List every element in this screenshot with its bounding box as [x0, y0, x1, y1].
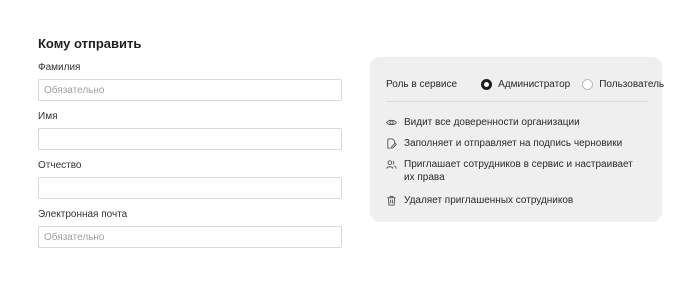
- permission-item: Приглашает сотрудников в сервис и настра…: [386, 158, 644, 184]
- permission-text: Приглашает сотрудников в сервис и настра…: [404, 159, 633, 183]
- email-label: Электронная почта: [38, 209, 128, 220]
- divider: [386, 101, 648, 102]
- role-option-admin-label: Администратор: [498, 78, 571, 90]
- permission-text: Видит все доверенности организации: [404, 117, 580, 128]
- middle-name-label: Отчество: [38, 160, 82, 171]
- last-name-input[interactable]: [38, 79, 342, 101]
- role-panel: Роль в сервисе Администратор Пользовател…: [370, 57, 664, 222]
- first-name-input[interactable]: [38, 128, 342, 150]
- permission-text: Удаляет приглашенных сотрудников: [404, 195, 574, 206]
- radio-checked-icon[interactable]: [481, 78, 493, 90]
- form-title: Кому отправить: [38, 36, 142, 51]
- role-label: Роль в сервисе: [386, 78, 458, 90]
- email-input[interactable]: [38, 226, 342, 248]
- permission-item: Заполняет и отправляет на подпись чернов…: [386, 137, 644, 150]
- role-option-user-label: Пользователь: [599, 78, 665, 90]
- first-name-label: Имя: [38, 111, 58, 122]
- role-option-admin[interactable]: Администратор: [481, 78, 571, 90]
- permission-text: Заполняет и отправляет на подпись чернов…: [404, 138, 623, 149]
- users-icon: [386, 160, 397, 169]
- role-selector: Роль в сервисе Администратор Пользовател…: [386, 77, 676, 91]
- eye-icon: [386, 119, 397, 126]
- trash-icon: [387, 195, 396, 206]
- radio-unchecked-icon[interactable]: [582, 78, 594, 90]
- permission-item: Удаляет приглашенных сотрудников: [386, 194, 644, 207]
- middle-name-input[interactable]: [38, 177, 342, 199]
- role-option-user[interactable]: Пользователь: [582, 78, 665, 90]
- permission-item: Видит все доверенности организации: [386, 116, 644, 129]
- last-name-label: Фамилия: [38, 62, 81, 73]
- edit-document-icon: [387, 138, 397, 149]
